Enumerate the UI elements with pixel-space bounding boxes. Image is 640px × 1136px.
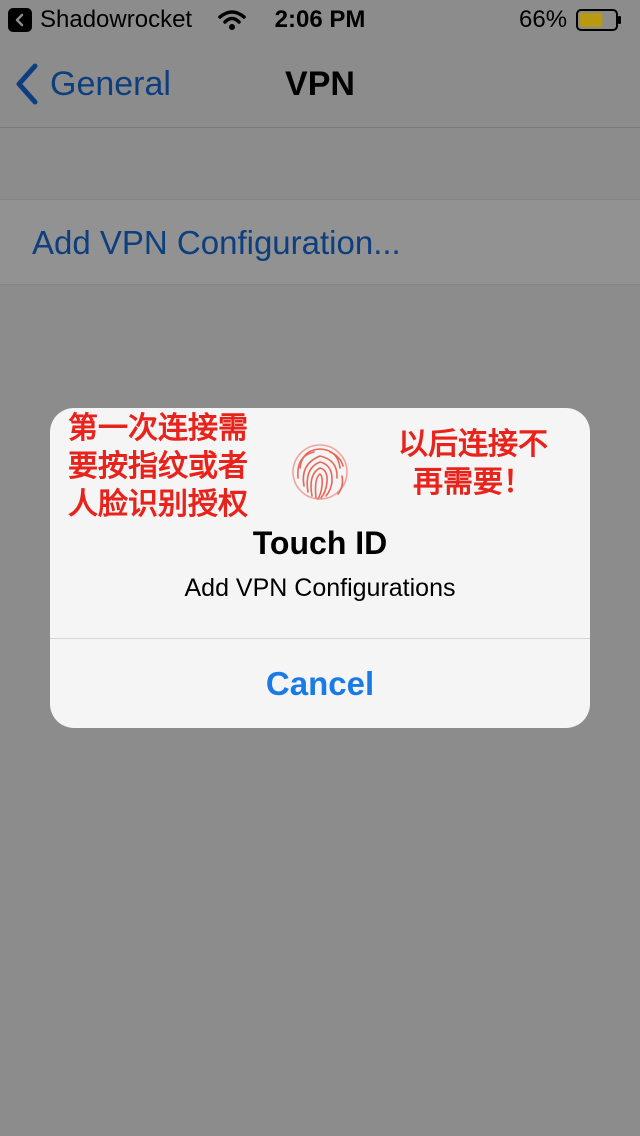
status-bar: Shadowrocket 2:06 PM 66% xyxy=(0,0,640,40)
alert-title: Touch ID xyxy=(252,525,388,561)
page-title: VPN xyxy=(285,65,355,103)
cancel-button[interactable]: Cancel xyxy=(50,639,590,728)
battery-icon xyxy=(576,9,621,31)
add-vpn-configuration-row[interactable]: Add VPN Configuration... xyxy=(0,199,640,285)
battery-percent: 66% xyxy=(519,6,568,33)
alert-message: Add VPN Configurations xyxy=(184,574,456,602)
fingerprint-icon xyxy=(292,444,348,500)
navigation-bar: General VPN xyxy=(0,40,640,128)
touch-id-alert: 第一次连接需 要按指纹或者 人脸识别授权 以后连接不 再需要！ Touch ID… xyxy=(50,408,590,728)
annotation-left: 第一次连接需 要按指纹或者 人脸识别授权 xyxy=(68,411,248,522)
add-vpn-configuration-label: Add VPN Configuration... xyxy=(32,224,401,261)
annotation-right: 以后连接不 再需要！ xyxy=(398,427,548,500)
battery-fill xyxy=(580,13,603,27)
